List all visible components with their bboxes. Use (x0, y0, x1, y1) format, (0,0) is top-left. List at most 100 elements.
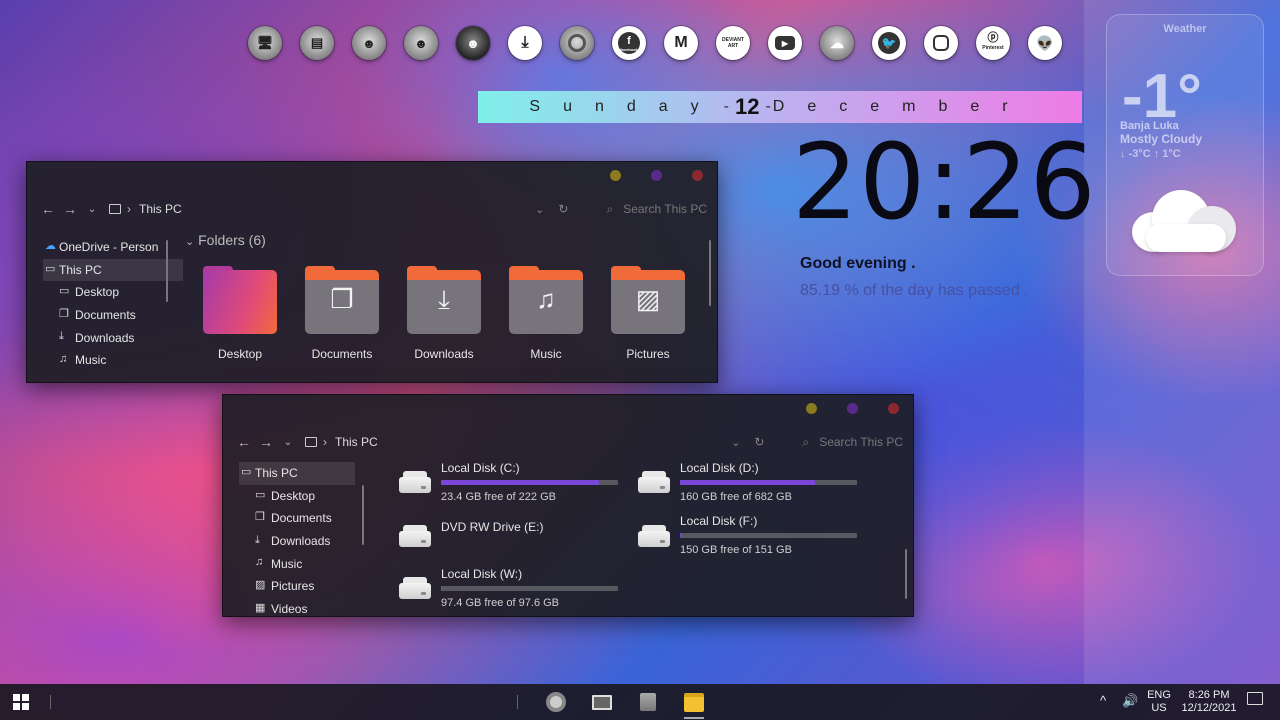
photo-app-icon[interactable]: ▤ (300, 26, 334, 60)
pc-icon: ▭ (45, 262, 56, 275)
nav-scrollbar[interactable] (362, 485, 364, 545)
chrome-icon[interactable] (560, 26, 594, 60)
minimize-button[interactable] (806, 403, 817, 414)
forward-icon[interactable]: → (59, 201, 81, 217)
drive-name[interactable]: DVD RW Drive (E:) (441, 520, 543, 534)
documents-icon: ❐ (330, 284, 354, 314)
nav-item-videos[interactable]: ▦ Videos (239, 598, 355, 621)
folder-downloads[interactable]: ⤓ (407, 266, 481, 334)
nav-item-this-pc[interactable]: ▭ This PC (239, 462, 355, 485)
nav-item-music[interactable]: ♫ Music (239, 552, 355, 575)
weather-title: Weather (1163, 23, 1207, 35)
downloads-icon: ⤓ (59, 330, 64, 343)
forward-icon[interactable]: → (255, 434, 277, 450)
show-hidden-icons-icon[interactable]: ^ (1100, 693, 1106, 708)
avatar-1-icon[interactable]: ☻ (352, 26, 386, 60)
soundcloud-icon[interactable]: ☁ (820, 26, 854, 60)
address-dropdown-icon[interactable]: ⌄ (731, 436, 740, 449)
avatar-3-icon[interactable]: ☻ (456, 26, 490, 60)
folder-label: Documents (311, 347, 373, 361)
maximize-button[interactable] (847, 403, 858, 414)
drive-name[interactable]: Local Disk (C:) (441, 461, 520, 475)
deviantart-icon[interactable]: DEVIANT ART (716, 26, 750, 60)
folder-label: Pictures (626, 347, 670, 361)
language-indicator[interactable]: ENG US (1146, 689, 1172, 715)
drive-name[interactable]: Local Disk (F:) (680, 514, 757, 528)
social-icons-bar: 🖥 ▤ ☻ ☻ ☻ ⤓ f facebook M DEVIANT ART ▶ ☁ … (248, 26, 1062, 60)
drive-c-icon[interactable] (399, 471, 431, 493)
folder-documents[interactable]: ❐ (305, 266, 379, 334)
nav-scrollbar[interactable] (166, 240, 168, 302)
search-input[interactable]: ⌕ Search This PC (606, 202, 707, 217)
back-icon[interactable]: ← (233, 434, 255, 450)
address-dropdown-icon[interactable]: ⌄ (535, 203, 544, 216)
weather-city: Banja Luka (1120, 120, 1179, 132)
refresh-icon[interactable]: ↻ (558, 202, 568, 216)
desktop-app-icon[interactable]: 🖥 (248, 26, 282, 60)
pc-icon: ▭ (241, 466, 252, 478)
avatar-2-icon[interactable]: ☻ (404, 26, 438, 60)
date-banner: Sunday - 12 - December (478, 91, 1082, 123)
section-header[interactable]: ⌄ Folders (6) (185, 232, 266, 248)
chrome-taskbar-icon[interactable] (544, 691, 568, 713)
back-icon[interactable]: ← (37, 201, 59, 217)
taskbar-divider (517, 695, 518, 709)
drive-name[interactable]: Local Disk (D:) (680, 461, 759, 475)
window-controls (610, 170, 703, 181)
close-button[interactable] (692, 170, 703, 181)
breadcrumb[interactable]: This PC (335, 435, 378, 449)
folder-pictures[interactable]: ▨ (611, 266, 685, 334)
nav-item-this-pc[interactable]: ▭ This PC (43, 258, 183, 282)
content-scrollbar[interactable] (905, 549, 907, 599)
nav-item-desktop[interactable]: ▭ Desktop (239, 485, 355, 508)
folder-desktop[interactable] (203, 266, 277, 334)
system-clock[interactable]: 8:26 PM 12/12/2021 (1176, 689, 1242, 715)
nav-item-documents[interactable]: ❐ Documents (239, 507, 355, 530)
notification-center-icon[interactable] (1246, 692, 1264, 706)
nav-item-pictures[interactable]: ▨ Pictures (239, 575, 355, 598)
content-scrollbar[interactable] (709, 240, 711, 306)
nav-item-downloads[interactable]: ⤓ Downloads (239, 530, 355, 553)
chevron-down-icon[interactable]: ⌄ (81, 204, 103, 215)
nav-item-desktop[interactable]: ▭ Desktop (43, 281, 183, 304)
maximize-button[interactable] (651, 170, 662, 181)
dvd-drive-icon[interactable] (399, 525, 431, 547)
minimize-button[interactable] (610, 170, 621, 181)
folder-label: Desktop (217, 347, 263, 361)
drive-usage-bar (441, 586, 618, 591)
facebook-icon[interactable]: f facebook (612, 26, 646, 60)
weather-range: ↓ -3°C ↑ 1°C (1120, 148, 1181, 160)
window-controls (806, 403, 899, 414)
reddit-icon[interactable]: 👽 (1028, 26, 1062, 60)
nav-item-music[interactable]: ♫ Music (43, 349, 183, 372)
nav-item-onedrive[interactable]: ☁ OneDrive - Person (43, 236, 183, 259)
this-pc-taskbar-icon[interactable] (590, 691, 614, 713)
refresh-icon[interactable]: ↻ (754, 435, 764, 449)
folder-music[interactable]: ♫ (509, 266, 583, 334)
drive-name[interactable]: Local Disk (W:) (441, 567, 522, 581)
youtube-icon[interactable]: ▶ (768, 26, 802, 60)
download-icon[interactable]: ⤓ (508, 26, 542, 60)
nav-item-documents[interactable]: ❐ Documents (43, 304, 183, 327)
music-icon: ♫ (536, 284, 556, 314)
drive-w-icon[interactable] (399, 577, 431, 599)
breadcrumb[interactable]: This PC (139, 202, 182, 216)
explorer-window-folders[interactable]: ← → ⌄ › This PC ⌄ ↻ ⌕ Search This PC ☁ One… (26, 161, 718, 383)
instagram-icon[interactable] (924, 26, 958, 60)
nav-item-downloads[interactable]: ⤓ Downloads (43, 326, 183, 349)
volume-icon[interactable]: 🔊 (1122, 693, 1138, 709)
file-explorer-taskbar-icon[interactable] (682, 691, 706, 713)
close-button[interactable] (888, 403, 899, 414)
notepad-taskbar-icon[interactable] (636, 691, 660, 713)
search-bar-handle[interactable] (50, 695, 51, 709)
drive-d-icon[interactable] (638, 471, 670, 493)
pinterest-icon[interactable]: ⓟ Pinterest (976, 26, 1010, 60)
explorer-window-drives[interactable]: ← → ⌄ › This PC ⌄ ↻ ⌕ Search This PC ▭ Thi… (222, 394, 914, 617)
drive-f-icon[interactable] (638, 525, 670, 547)
gmail-icon[interactable]: M (664, 26, 698, 60)
search-input[interactable]: ⌕ Search This PC (802, 435, 903, 450)
start-button[interactable] (13, 694, 29, 710)
twitter-icon[interactable]: 🐦 (872, 26, 906, 60)
drive-usage-bar (680, 480, 857, 485)
chevron-down-icon[interactable]: ⌄ (277, 437, 299, 448)
